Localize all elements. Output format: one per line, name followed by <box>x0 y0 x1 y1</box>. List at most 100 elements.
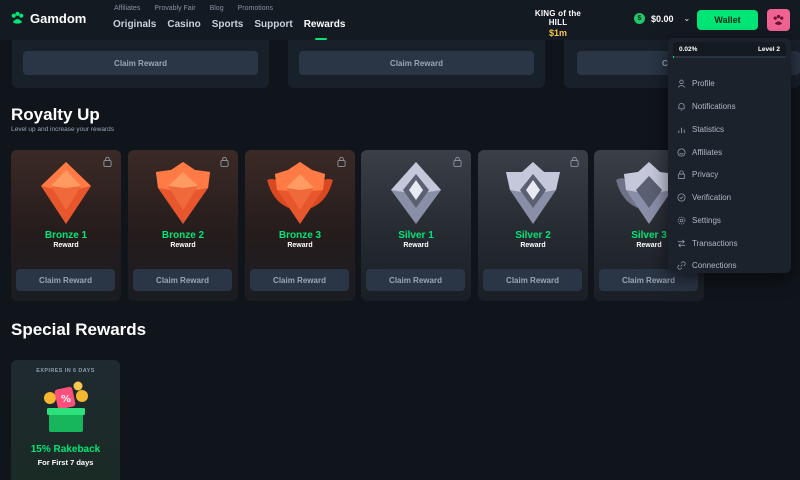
card-subtitle: Reward <box>287 242 313 249</box>
nav-originals[interactable]: Originals <box>113 19 156 30</box>
menu-item-statistics[interactable]: Statistics <box>677 125 724 134</box>
paw-avatar-icon <box>773 14 784 25</box>
user-icon <box>677 79 686 88</box>
dollar-coin-icon: $ <box>634 13 645 24</box>
link-icon <box>677 261 686 270</box>
menu-item-connections[interactable]: Connections <box>677 261 736 270</box>
subnav-blog[interactable]: Blog <box>210 5 224 12</box>
card-subtitle: Reward <box>520 242 546 249</box>
claim-reward-button[interactable]: Claim Reward <box>299 51 534 75</box>
lock-icon <box>337 156 346 167</box>
card-subtitle: Reward <box>170 242 196 249</box>
claim-reward-button[interactable]: Claim Reward <box>23 51 258 75</box>
menu-item-label: Notifications <box>692 102 736 111</box>
reward-card-top: Claim Reward <box>12 40 269 88</box>
svg-text:%: % <box>61 394 71 405</box>
royalty-card-silver-2: Silver 2 Reward Claim Reward <box>478 150 588 301</box>
silver-gem-icon <box>506 162 560 224</box>
nav-support[interactable]: Support <box>254 19 292 30</box>
card-title: Bronze 3 <box>278 230 322 241</box>
subnav-affiliates[interactable]: Affiliates <box>114 5 140 12</box>
profile-dropdown-menu: 0.02% Level 2 Profile Notifications Stat… <box>668 38 791 273</box>
menu-item-verification[interactable]: Verification <box>677 193 731 202</box>
lock-icon <box>570 156 579 167</box>
menu-item-label: Privacy <box>692 170 719 179</box>
avatar[interactable] <box>767 9 790 31</box>
chevron-down-icon: ⌄ <box>683 14 691 23</box>
gear-icon <box>677 216 686 225</box>
level-label: Level 2 <box>757 46 780 53</box>
silver-gem-icon <box>391 162 441 224</box>
paw-logo-icon <box>11 11 24 24</box>
royalty-title: Royalty Up <box>11 105 100 124</box>
menu-item-notifications[interactable]: Notifications <box>677 102 736 111</box>
subnav-promotions[interactable]: Promotions <box>238 5 273 12</box>
level-progress-percent: 0.02% <box>679 46 698 53</box>
menu-item-label: Settings <box>692 216 721 225</box>
lock-icon <box>220 156 229 167</box>
balance-display[interactable]: $ $0.00 ⌄ <box>634 13 690 24</box>
main-navigation: Originals Casino Sports Support Rewards <box>113 19 345 40</box>
menu-item-profile[interactable]: Profile <box>677 79 715 88</box>
nav-rewards[interactable]: Rewards <box>304 19 345 40</box>
special-reward-subtitle: For First 7 days <box>37 458 94 467</box>
bronze-gem-icon <box>41 162 91 224</box>
royalty-card-bronze-3: Bronze 3 Reward Claim Reward <box>245 150 355 301</box>
card-title: Bronze 1 <box>44 230 88 241</box>
card-title: Silver 2 <box>515 230 551 241</box>
menu-item-affiliates[interactable]: Affiliates <box>677 148 722 157</box>
bell-icon <box>678 103 685 111</box>
claim-reward-button[interactable]: Claim Reward <box>366 269 465 291</box>
smile-icon <box>677 148 686 157</box>
koth-title: KING of the HILL <box>534 9 582 27</box>
level-progress-track <box>673 56 786 58</box>
card-subtitle: Reward <box>53 242 79 249</box>
card-subtitle: Reward <box>403 242 429 249</box>
menu-item-label: Affiliates <box>692 148 723 157</box>
nav-casino[interactable]: Casino <box>167 19 200 30</box>
stats-icon <box>678 127 685 134</box>
special-reward-name: 15% Rakeback <box>30 444 101 455</box>
royalty-card-silver-1: Silver 1 Reward Claim Reward <box>361 150 471 301</box>
card-title: Silver 1 <box>398 230 434 241</box>
transfer-icon <box>677 239 686 248</box>
claim-reward-button[interactable]: Claim Reward <box>250 269 349 291</box>
lock-icon <box>453 156 462 167</box>
menu-item-transactions[interactable]: Transactions <box>677 239 738 248</box>
royalty-subtitle: Level up and increase your rewards <box>11 126 114 133</box>
card-title: Bronze 2 <box>161 230 205 241</box>
reward-card-top: Claim Reward <box>288 40 545 88</box>
special-rewards-title: Special Rewards <box>11 320 147 339</box>
menu-item-settings[interactable]: Settings <box>677 216 721 225</box>
lock-icon <box>677 170 686 179</box>
koth-prize: $1m <box>548 28 567 38</box>
menu-item-label: Verification <box>692 193 732 202</box>
lock-icon <box>103 156 112 167</box>
subnav-provably-fair[interactable]: Provably Fair <box>154 5 195 12</box>
menu-item-label: Profile <box>692 79 715 88</box>
menu-item-privacy[interactable]: Privacy <box>677 170 718 179</box>
special-reward-card[interactable]: EXPIRES IN 6 DAYS % 15% Rakeback For Fir… <box>11 360 120 480</box>
nav-sports[interactable]: Sports <box>212 19 244 30</box>
level-progress: 0.02% Level 2 <box>673 42 786 58</box>
king-of-the-hill-promo[interactable]: KING of the HILL $1m <box>527 9 589 38</box>
gift-box-icon: % <box>44 381 88 432</box>
claim-reward-button[interactable]: Claim Reward <box>133 269 232 291</box>
menu-item-label: Statistics <box>692 125 725 134</box>
claim-reward-button[interactable]: Claim Reward <box>16 269 115 291</box>
claim-reward-button[interactable]: Claim Reward <box>483 269 582 291</box>
expires-label: EXPIRES IN 6 DAYS <box>36 368 95 374</box>
check-circle-icon <box>677 193 686 202</box>
royalty-card-bronze-2: Bronze 2 Reward Claim Reward <box>128 150 238 301</box>
royalty-card-bronze-1: Bronze 1 Reward Claim Reward <box>11 150 121 301</box>
menu-item-label: Connections <box>692 261 737 270</box>
bronze-gem-icon <box>156 162 210 224</box>
level-progress-fill <box>673 56 675 58</box>
top-header: Gamdom Affiliates Provably Fair Blog Pro… <box>0 0 800 40</box>
bronze-winged-gem-icon <box>267 162 333 224</box>
logo-text: Gamdom <box>30 11 87 26</box>
logo[interactable]: Gamdom <box>10 11 86 26</box>
balance-amount: $0.00 <box>651 13 674 24</box>
sub-navigation: Affiliates Provably Fair Blog Promotions <box>114 5 273 12</box>
wallet-button[interactable]: Wallet <box>697 10 758 30</box>
